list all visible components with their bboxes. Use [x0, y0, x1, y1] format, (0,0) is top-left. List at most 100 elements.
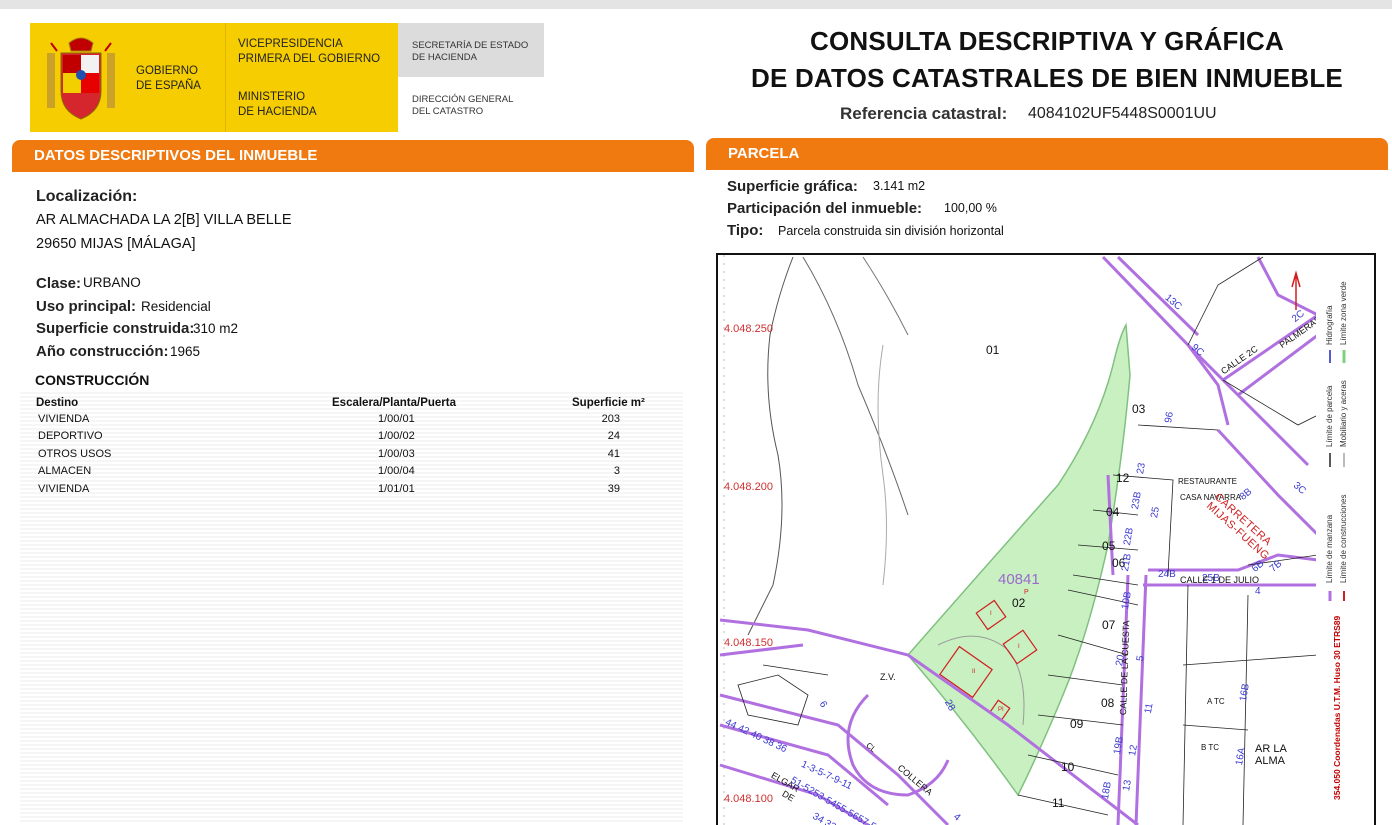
legend-item: Límite de manzana — [1325, 514, 1334, 583]
street-number: 23 — [1135, 462, 1148, 475]
legend-item: Límite de parcela — [1325, 385, 1334, 447]
dir-line2: DEL CATASTRO — [412, 106, 484, 117]
coord-label: 4.048.200 — [724, 481, 773, 493]
contour-line-1 — [747, 256, 794, 636]
address-line1: AR ALMACHADA LA 2[B] VILLA BELLE — [36, 212, 292, 228]
street-number: 4 — [1255, 586, 1261, 597]
vice-line2: PRIMERA DEL GOBIERNO — [238, 53, 381, 65]
cell-superficie: 39 — [607, 483, 620, 495]
top-border — [0, 0, 1392, 9]
parcel-label: 03 — [1132, 402, 1146, 416]
clase-value: URBANO — [83, 275, 141, 290]
poi-label: RESTAURANTE — [1178, 477, 1237, 486]
legend-item: Límite de construcciones — [1339, 494, 1348, 584]
coord-label: 4.048.100 — [724, 793, 773, 805]
page-title-line2: DE DATOS CATASTRALES DE BIEN INMUEBLE — [751, 63, 1343, 93]
dir-line1: DIRECCIÓN GENERAL — [412, 94, 514, 105]
table-row: DEPORTIVO 1/00/02 24 — [20, 428, 683, 445]
map-legend: Límite de manzana Límite de parcela Hidr… — [1316, 253, 1376, 825]
uso-label: Uso principal: — [36, 298, 137, 315]
street-number: 11 — [1142, 702, 1156, 715]
coat-of-arms-icon — [47, 37, 115, 120]
participacion-label: Participación del inmueble: — [727, 200, 923, 217]
cell-destino: VIVIENDA — [38, 483, 90, 495]
page-title-line1: CONSULTA DESCRIPTIVA Y GRÁFICA — [809, 26, 1285, 56]
cell-superficie: 41 — [607, 448, 620, 460]
min-line2: DE HACIENDA — [238, 106, 317, 118]
ano-value: 1965 — [170, 344, 201, 359]
uso-value: Residencial — [141, 299, 211, 314]
parcel-label: 01 — [986, 343, 1000, 357]
building-label: PI — [998, 707, 1004, 713]
superficie-grafica-value: 3.141 m2 — [873, 179, 926, 193]
table-row: VIVIENDA 1/01/01 39 — [20, 481, 683, 498]
cell-superficie: 24 — [607, 430, 620, 442]
cell-destino: OTROS USOS — [38, 448, 112, 460]
parcel-label: 04 — [1106, 505, 1120, 519]
contour-line-2 — [802, 256, 909, 516]
descriptive-section-title: DATOS DESCRIPTIVOS DEL INMUEBLE — [34, 147, 318, 164]
parcel-label: 12 — [1116, 471, 1130, 485]
map-drawing — [719, 255, 1318, 825]
parcela-section-header: PARCELA — [706, 138, 1388, 170]
table-row: VIVIENDA 1/00/01 203 — [20, 411, 683, 428]
parcel-label: 05 — [1102, 539, 1116, 553]
cell-superficie: 3 — [613, 465, 620, 477]
cell-escalera: 1/00/04 — [378, 465, 415, 477]
col-superficie: Superficie m² — [572, 397, 645, 409]
legend-item: Hidrografía — [1325, 305, 1334, 345]
cell-destino: VIVIENDA — [38, 413, 90, 425]
descriptive-section-header: DATOS DESCRIPTIVOS DEL INMUEBLE — [12, 140, 694, 172]
address-line2: 29650 MIJAS [MÁLAGA] — [36, 236, 196, 252]
coord-label: 4.048.150 — [724, 637, 773, 649]
construccion-title: CONSTRUCCIÓN — [35, 372, 150, 388]
cell-destino: DEPORTIVO — [38, 430, 103, 442]
building-label: I — [1018, 644, 1020, 650]
contour-line-4 — [862, 256, 909, 336]
superficie-label: Superficie construida: — [36, 320, 195, 337]
col-destino: Destino — [36, 397, 79, 409]
participacion-value: 100,00 % — [944, 201, 997, 215]
table-row: OTROS USOS 1/00/03 41 — [20, 446, 683, 463]
street-number: 24B — [1158, 569, 1176, 580]
street-name: CALLE 1 DE JULIO — [1180, 575, 1260, 585]
parcel-label: 08 — [1101, 696, 1115, 710]
parcel-label: B TC — [1201, 743, 1220, 752]
parcel-number: 02 — [1012, 596, 1026, 610]
coordinates-note: 354.050 Coordenadas U.T.M. Huso 30 ETRS8… — [1332, 615, 1342, 800]
parcel-green-area — [907, 322, 1131, 797]
cell-destino: ALMACEN — [38, 465, 92, 477]
min-line1: MINISTERIO — [238, 91, 306, 103]
gov-line2: DE ESPAÑA — [136, 80, 201, 92]
building-label: I — [990, 611, 992, 617]
street-number: 13 — [1121, 779, 1134, 792]
parcel-p-mark: P — [1024, 589, 1029, 596]
superficie-grafica-label: Superficie gráfica: — [727, 178, 858, 195]
ano-label: Año construcción: — [36, 343, 169, 360]
reference-label: Referencia catastral: — [840, 104, 1008, 123]
cadastral-map[interactable]: 4.048.250 4.048.200 4.048.150 4.048.100 … — [716, 253, 1320, 825]
clase-label: Clase: — [36, 275, 82, 292]
cell-escalera: 1/01/01 — [378, 483, 415, 495]
parcel-label: 96 — [1163, 411, 1176, 424]
sec-line1: SECRETARÍA DE ESTADO — [412, 40, 529, 51]
table-row: ALMACEN 1/00/04 3 — [20, 463, 683, 480]
parcela-section-title: PARCELA — [728, 145, 800, 162]
cell-escalera: 1/00/03 — [378, 448, 415, 460]
cell-escalera: 1/00/01 — [378, 413, 415, 425]
contour-line-3 — [877, 344, 887, 586]
parcel-label: 10 — [1061, 760, 1075, 774]
parcel-id: 40841 — [998, 571, 1040, 588]
street-number: 25 — [1149, 506, 1162, 519]
legend-item: Mobiliario y aceras — [1339, 380, 1348, 447]
cell-superficie: 203 — [601, 413, 620, 425]
col-escalera: Escalera/Planta/Puerta — [332, 397, 457, 409]
zona-verde-label: Z.V. — [880, 672, 896, 682]
parcel-label: 09 — [1070, 717, 1084, 731]
parcel-label: 11 — [1052, 796, 1065, 810]
coord-label: 4.048.250 — [724, 323, 773, 335]
localizacion-label: Localización: — [36, 188, 138, 205]
superficie-value: 310 m2 — [193, 321, 239, 336]
street-number: 12 — [1127, 744, 1140, 757]
reference-value: 4084102UF5448S0001UU — [1028, 105, 1217, 122]
